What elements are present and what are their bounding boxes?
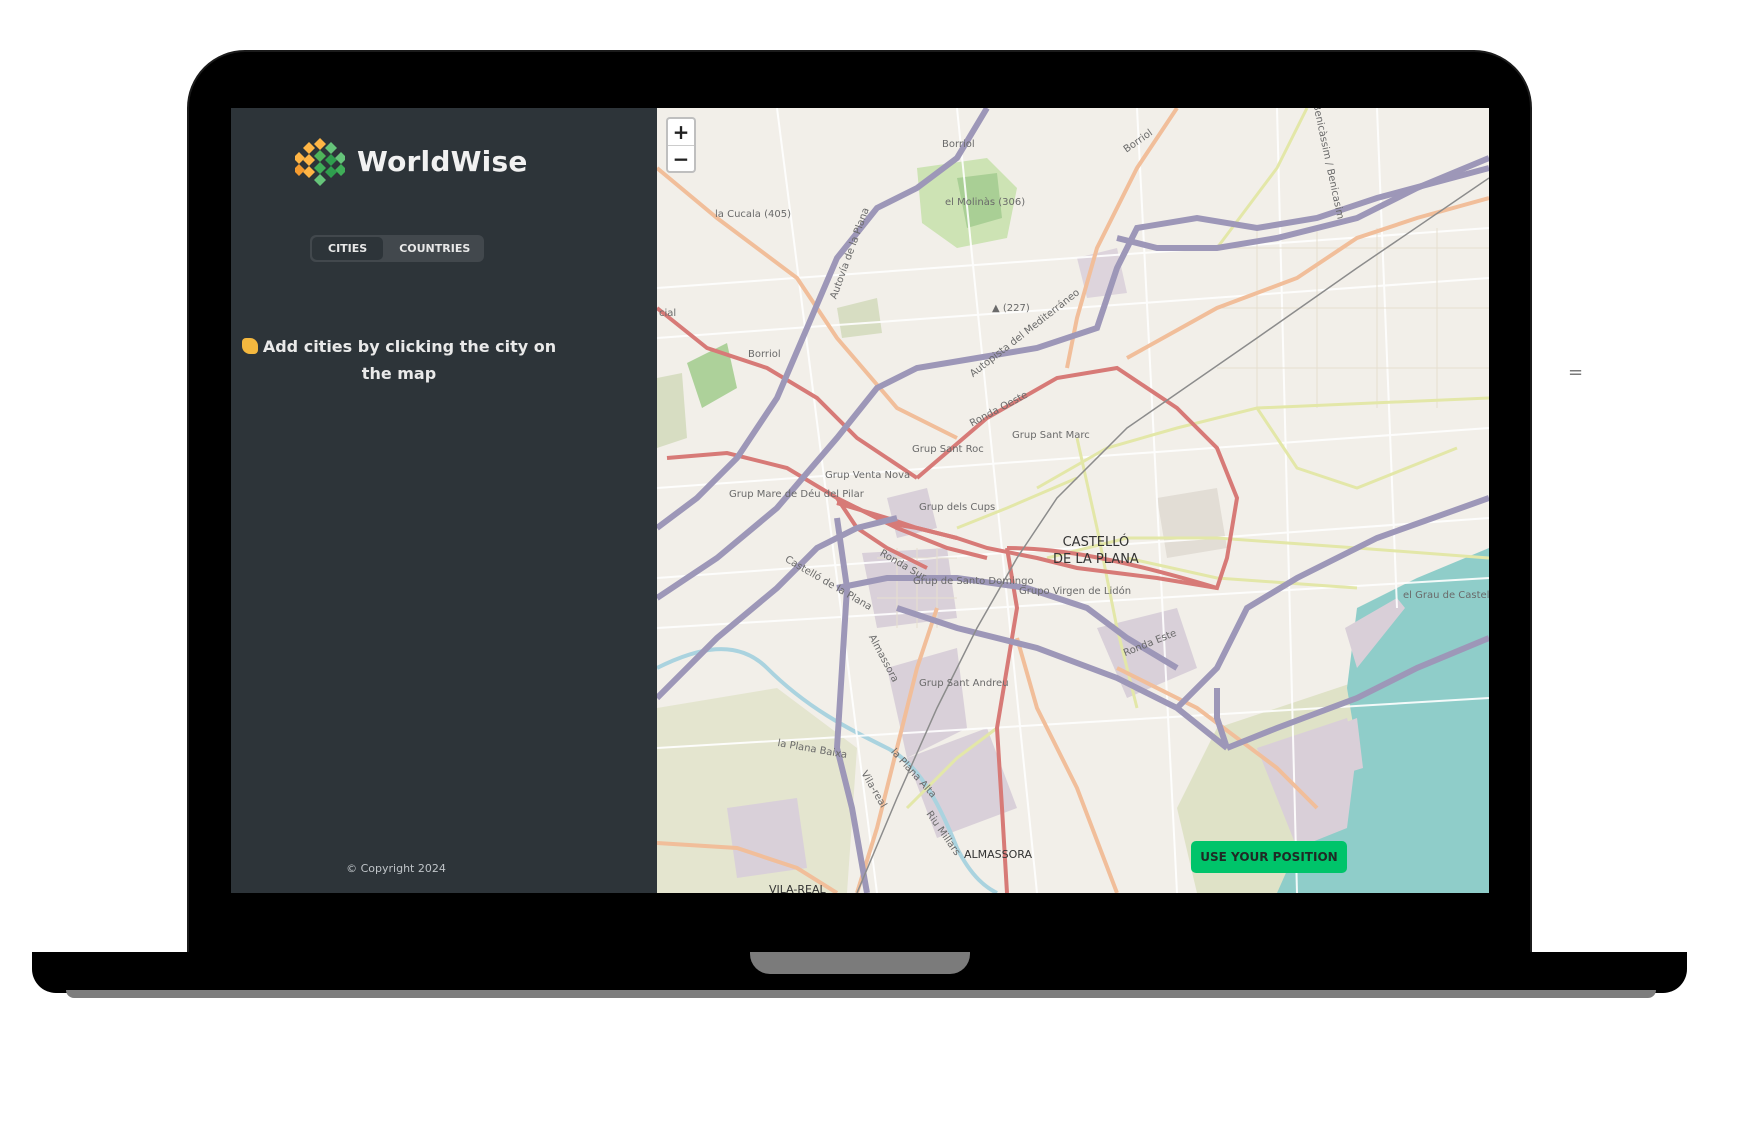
waving-hand-icon [241,338,258,354]
map-label-castello: CASTELLÓ DE LA PLANA [1053,534,1139,568]
map-label-grup-sant-roc: Grup Sant Roc [912,444,984,455]
zoom-out-button[interactable]: − [668,146,694,172]
tab-cities[interactable]: CITIES [312,237,384,260]
map-label-borriol-2: Borriol [748,349,781,360]
map-label-almassora: ALMASSORA [964,848,1033,861]
map-label-grupo-virgen-lidon: Grupo Virgen de Lidón [1019,586,1132,597]
map-label-grup-santo-domingo: Grup de Santo Domingo [913,576,1034,587]
empty-state-message: Add cities by clicking the city on the m… [241,333,557,387]
map-label-grup-dels-cups: Grup dels Cups [919,502,996,513]
map-label-cucala: la Cucala (405) [715,209,792,220]
use-your-position-button[interactable]: USE YOUR POSITION [1191,841,1347,873]
map-label-grup-sant-marc: Grup Sant Marc [1012,430,1090,441]
tab-switcher: CITIES COUNTRIES [310,235,484,262]
laptop-notch [750,952,970,974]
map-label-castello-line2: DE LA PLANA [1053,552,1139,567]
map-label-el-grau: el Grau de Castelló [1403,590,1489,601]
sidebar: WorldWise CITIES COUNTRIES Add cities by… [231,108,657,893]
zoom-in-button[interactable]: + [668,119,694,146]
laptop-base-shadow [66,990,1656,998]
map-label-peak-227: ▲ (227) [992,303,1030,314]
tab-countries[interactable]: COUNTRIES [383,237,486,260]
app-screen: WorldWise CITIES COUNTRIES Add cities by… [231,108,1489,893]
map-label-castello-line1: CASTELLÓ [1062,535,1130,550]
map-tiles [657,108,1489,893]
logo[interactable]: WorldWise [295,136,528,186]
map-label-grup-venta-nova: Grup Venta Nova [825,470,911,481]
copyright: © Copyright 2024 [346,862,446,875]
map-label-vila-real: VILA-REAL [769,883,826,893]
map-label-grup-mare-deu: Grup Mare de Déu del Pilar [729,489,864,500]
globe-logo-icon [295,137,345,186]
map-label-grup-sant-andreu: Grup Sant Andreu [919,678,1009,689]
map-label-cial: cial [659,308,677,319]
app-name: WorldWise [357,144,528,178]
side-mark: = [1568,362,1584,383]
map-label-molinas: el Molinàs (306) [945,197,1026,208]
empty-state-text: Add cities by clicking the city on the m… [262,337,557,383]
map[interactable]: + − CASTELLÓ DE LA PLANA ALMASSORA VILA-R… [657,108,1489,893]
map-label-borriol-1: Borriol [942,139,975,150]
zoom-control: + − [666,117,696,173]
